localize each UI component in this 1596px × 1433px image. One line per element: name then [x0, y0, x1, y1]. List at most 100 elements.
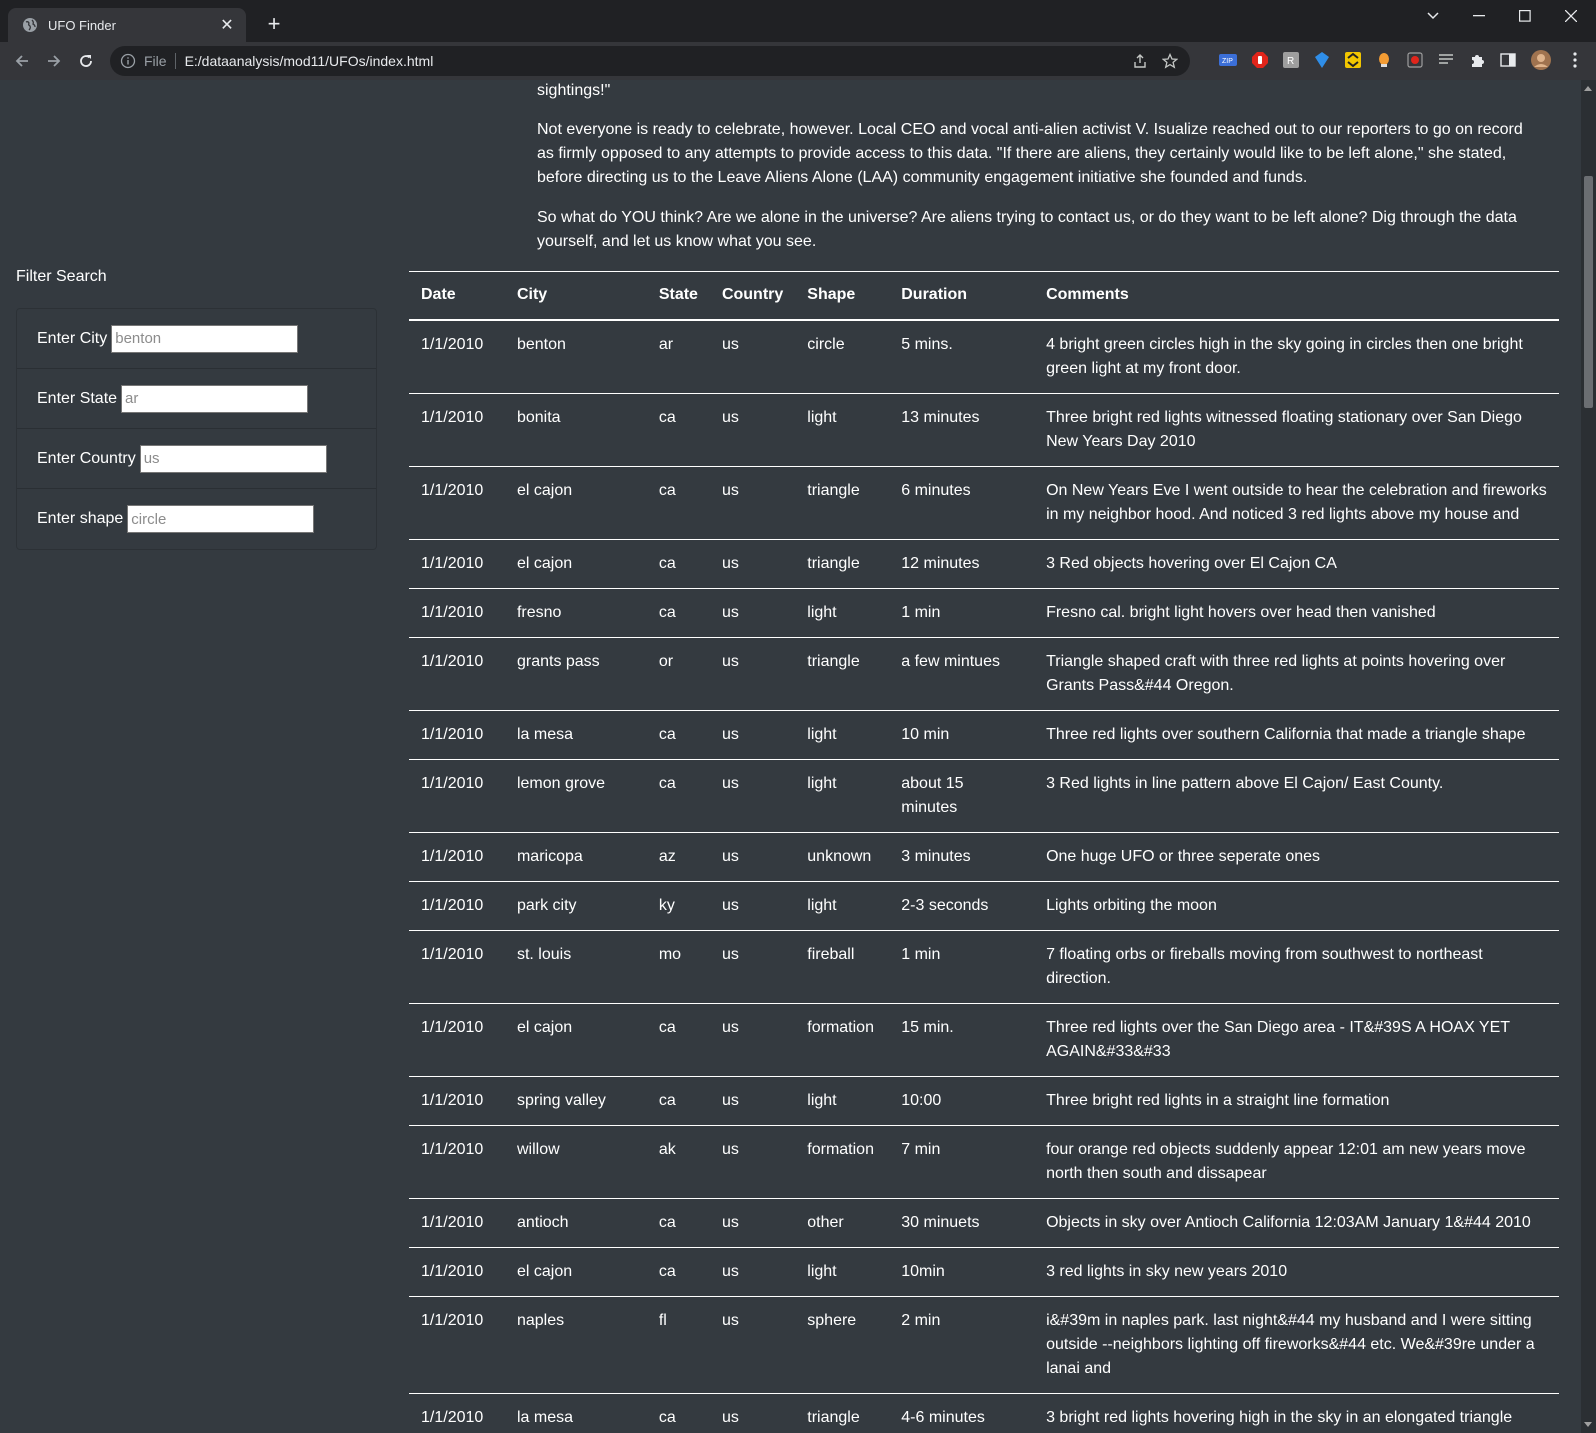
- cell-state: ak: [658, 1140, 676, 1158]
- cell-country: us: [721, 1262, 739, 1280]
- cell-comments: One huge UFO or three seperate ones: [1046, 847, 1321, 865]
- scroll-thumb[interactable]: [1584, 176, 1593, 408]
- reader-extension-icon[interactable]: R: [1281, 50, 1301, 70]
- globe-icon: [23, 18, 37, 32]
- tab-strip: UFO Finder ✕ +: [0, 0, 1596, 42]
- scroll-up-arrow[interactable]: [1584, 86, 1592, 91]
- cell-state: ca: [658, 408, 676, 426]
- cell-date: 1/1/2010: [421, 1213, 484, 1231]
- cell-date: 1/1/2010: [421, 1018, 484, 1036]
- table-row: 1/1/2010 naples fl us sphere 2 min i&#39m in n…: [409, 1296, 1559, 1393]
- table-row: 1/1/2010 maricopa az us unknown 3 minutes One …: [409, 832, 1559, 881]
- country-label: Enter Country: [37, 449, 136, 467]
- tab-search-icon[interactable]: [1410, 0, 1456, 32]
- cell-state: ca: [658, 774, 676, 792]
- table-row: 1/1/2010 lemon grove ca us light about 15 min…: [409, 759, 1559, 832]
- gem-extension-icon[interactable]: [1312, 50, 1332, 70]
- cell-country: us: [721, 1213, 739, 1231]
- cell-duration: 1 min: [901, 945, 941, 963]
- cell-state: ky: [658, 896, 675, 914]
- info-icon[interactable]: [120, 53, 136, 69]
- cell-duration: 10:00: [901, 1091, 942, 1109]
- state-input[interactable]: [121, 384, 309, 413]
- cell-country: us: [721, 408, 739, 426]
- cell-duration: 15 min.: [901, 1018, 954, 1036]
- cell-city: benton: [516, 335, 566, 353]
- cell-state: ca: [658, 481, 676, 499]
- menu-kebab-icon[interactable]: [1565, 50, 1585, 70]
- column-header-city: City: [516, 286, 548, 304]
- close-window-icon[interactable]: [1548, 0, 1594, 32]
- table-row: 1/1/2010 el cajon ca us formation 15 min. Thre…: [409, 1003, 1559, 1076]
- record-extension-icon[interactable]: [1405, 50, 1425, 70]
- adblock-extension-icon[interactable]: [1250, 50, 1270, 70]
- cell-comments: Objects in sky over Antioch California 1…: [1046, 1213, 1531, 1231]
- shape-label: Enter shape: [37, 510, 124, 527]
- page-scrollbar[interactable]: [1581, 80, 1596, 1433]
- cell-date: 1/1/2010: [421, 554, 484, 572]
- reload-icon[interactable]: [74, 49, 98, 73]
- honey-extension-icon[interactable]: [1343, 50, 1363, 70]
- column-header-comments: Comments: [1046, 286, 1129, 304]
- table-header: Date City State Country Shape Duration Comment…: [409, 271, 1559, 320]
- browser-toolbar: File E:/dataanalysis/mod11/UFOs/index.ht…: [0, 42, 1596, 80]
- bookmark-star-icon[interactable]: [1162, 53, 1178, 69]
- new-tab-button[interactable]: +: [262, 12, 286, 36]
- bulb-extension-icon[interactable]: [1374, 50, 1394, 70]
- table-row: 1/1/2010 la mesa ca us light 10 min Three red …: [409, 710, 1559, 759]
- cell-comments: 7 floating orbs or fireballs moving from…: [1046, 945, 1483, 987]
- country-input[interactable]: [139, 444, 327, 473]
- table-row: 1/1/2010 park city ky us light 2-3 seconds Lig…: [409, 881, 1559, 930]
- cell-state: or: [658, 652, 674, 670]
- city-input[interactable]: [111, 324, 299, 353]
- scroll-down-arrow[interactable]: [1584, 1422, 1592, 1427]
- column-header-state: State: [658, 286, 698, 304]
- cell-comments: 3 red lights in sky new years 2010: [1046, 1262, 1288, 1280]
- cell-shape: circle: [807, 335, 845, 353]
- address-bar[interactable]: File E:/dataanalysis/mod11/UFOs/index.ht…: [110, 46, 1190, 76]
- cell-country: us: [721, 335, 739, 353]
- cell-city: el cajon: [516, 1018, 573, 1036]
- cell-country: us: [721, 481, 739, 499]
- cell-city: la mesa: [516, 1408, 573, 1426]
- table-row: 1/1/2010 bonita ca us light 13 minutes Three b…: [409, 393, 1559, 466]
- minimize-icon[interactable]: [1456, 0, 1502, 32]
- side-panel-icon[interactable]: [1498, 50, 1518, 70]
- cell-shape: light: [807, 1262, 837, 1280]
- cell-country: us: [721, 725, 739, 743]
- svg-text:R: R: [1287, 56, 1294, 67]
- cell-city: grants pass: [516, 652, 600, 670]
- cell-state: ar: [658, 335, 674, 353]
- maximize-icon[interactable]: [1502, 0, 1548, 32]
- cell-date: 1/1/2010: [421, 603, 484, 621]
- forward-icon[interactable]: [42, 49, 66, 73]
- cell-city: naples: [516, 1311, 565, 1329]
- cell-date: 1/1/2010: [421, 652, 484, 670]
- back-icon[interactable]: [10, 49, 34, 73]
- extensions-puzzle-icon[interactable]: [1467, 50, 1487, 70]
- url-text[interactable]: E:/dataanalysis/mod11/UFOs/index.html: [185, 53, 1190, 69]
- cell-date: 1/1/2010: [421, 1311, 484, 1329]
- close-tab-icon[interactable]: ✕: [218, 15, 236, 35]
- tab-ufo-finder[interactable]: UFO Finder ✕: [8, 8, 246, 42]
- filter-list: Enter City Enter State Enter Country Ent…: [16, 308, 377, 550]
- profile-avatar[interactable]: [1531, 50, 1551, 70]
- cell-shape: triangle: [807, 481, 860, 499]
- table-row: 1/1/2010 el cajon ca us triangle 12 minutes 3 …: [409, 539, 1559, 588]
- cell-comments: Triangle shaped craft with three red lig…: [1046, 652, 1506, 694]
- cell-comments: Three bright red lights in a straight li…: [1046, 1091, 1390, 1109]
- cell-shape: formation: [807, 1140, 874, 1158]
- tab-title: UFO Finder: [48, 17, 116, 33]
- filter-search-heading: Filter Search: [16, 268, 107, 285]
- cell-shape: triangle: [807, 1408, 860, 1426]
- shape-input[interactable]: [127, 505, 315, 533]
- zip-extension-icon[interactable]: ZIP: [1218, 50, 1238, 70]
- share-icon[interactable]: [1132, 53, 1148, 69]
- reading-list-icon[interactable]: [1436, 50, 1456, 70]
- cell-city: el cajon: [516, 481, 573, 499]
- cell-duration: 10 min: [901, 725, 950, 743]
- cell-shape: light: [807, 408, 837, 426]
- cell-duration: 3 minutes: [901, 847, 971, 865]
- cell-comments: 4 bright green circles high in the sky g…: [1046, 335, 1523, 377]
- table-row: 1/1/2010 st. louis mo us fireball 1 min 7 floa…: [409, 930, 1559, 1003]
